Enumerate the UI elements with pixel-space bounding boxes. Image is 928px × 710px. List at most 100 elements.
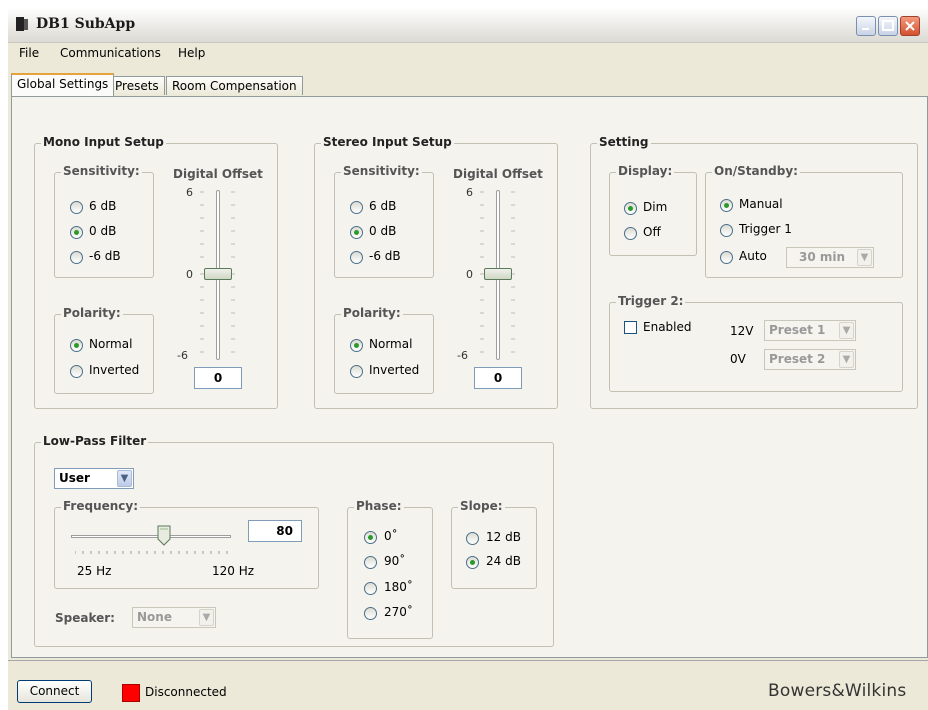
mono-sensitivity-group: Sensitivity: 6 dB 0 dB -6 dB (54, 164, 154, 278)
app-window: DB1 SubApp File Communications Help Glob… (8, 8, 928, 710)
frequency-value-field[interactable]: 80 (248, 520, 302, 542)
phase-180-radio[interactable] (364, 582, 377, 595)
stereo-sens-0db-radio[interactable] (350, 226, 363, 239)
display-off-label: Off (643, 225, 661, 239)
menu-bar: File Communications Help (8, 43, 928, 65)
standby-trigger1-radio[interactable] (720, 224, 733, 237)
stereo-offset-value-field[interactable]: 0 (474, 367, 522, 389)
mono-sens-6db-radio[interactable] (70, 201, 83, 214)
mono-offset-tick-mid: 0 (186, 268, 193, 281)
phase-180-label: 180˚ (384, 580, 413, 594)
mono-polarity-normal-label: Normal (89, 337, 133, 351)
v0-preset-select[interactable]: Preset 2 ▼ (764, 349, 856, 370)
stereo-sens-neg6db-radio[interactable] (350, 251, 363, 264)
maximize-icon (882, 20, 894, 31)
stereo-input-group: Stereo Input Setup Sensitivity: 6 dB 0 d… (314, 135, 558, 409)
trigger2-enabled-label: Enabled (643, 320, 692, 334)
mono-offset-value-field[interactable]: 0 (194, 367, 242, 389)
v12-preset-value: Preset 1 (769, 323, 826, 337)
mono-offset-slider-thumb[interactable] (204, 268, 232, 280)
phase-270-radio[interactable] (364, 607, 377, 620)
mono-sens-neg6db-label: -6 dB (89, 249, 121, 263)
chevron-down-icon: ▼ (117, 470, 132, 487)
speaker-value: None (137, 610, 172, 624)
menu-file[interactable]: File (19, 46, 39, 60)
trigger2-enabled-checkbox[interactable] (624, 321, 637, 334)
lpf-mode-value: User (59, 471, 90, 485)
chevron-down-icon: ▼ (839, 351, 854, 368)
mono-sens-0db-radio[interactable] (70, 226, 83, 239)
standby-manual-radio[interactable] (720, 199, 733, 212)
frequency-tick-marks (75, 551, 228, 554)
close-button[interactable] (900, 16, 920, 36)
mono-input-title: Mono Input Setup (41, 135, 166, 149)
menu-help[interactable]: Help (178, 46, 205, 60)
mono-sens-6db-label: 6 dB (89, 199, 117, 213)
connect-button[interactable]: Connect (17, 680, 92, 703)
display-dim-radio[interactable] (624, 202, 637, 215)
mono-digital-offset-label: Digital Offset (173, 167, 263, 181)
auto-time-select[interactable]: 30 min ▼ (786, 247, 874, 268)
frequency-slider-thumb[interactable] (157, 525, 171, 547)
maximize-button[interactable] (878, 16, 898, 36)
phase-90-radio[interactable] (364, 556, 377, 569)
lpf-mode-select[interactable]: User ▼ (54, 468, 134, 489)
v12-preset-select[interactable]: Preset 1 ▼ (764, 320, 856, 341)
connection-status-text: Disconnected (145, 685, 227, 699)
display-label: Display: (616, 164, 675, 178)
standby-manual-label: Manual (739, 197, 783, 211)
stereo-offset-slider-thumb[interactable] (484, 268, 512, 280)
display-group: Display: Dim Off (609, 164, 697, 256)
frequency-group: Frequency: 25 Hz 120 Hz 80 (54, 499, 319, 589)
setting-group: Setting Display: Dim Off On/Standby: Man… (590, 135, 918, 409)
display-off-radio[interactable] (624, 227, 637, 240)
phase-label: Phase: (354, 499, 404, 513)
slope-label: Slope: (458, 499, 505, 513)
speaker-label: Speaker: (55, 611, 115, 625)
chevron-down-icon: ▼ (857, 249, 872, 266)
tab-global-settings[interactable]: Global Settings (11, 73, 115, 96)
frequency-min-label: 25 Hz (77, 564, 112, 578)
auto-time-value: 30 min (799, 250, 846, 264)
title-bar[interactable]: DB1 SubApp (8, 8, 928, 43)
mono-offset-tick-top: 6 (186, 186, 193, 199)
standby-trigger1-label: Trigger 1 (739, 222, 792, 236)
stereo-input-title: Stereo Input Setup (321, 135, 454, 149)
stereo-sens-6db-radio[interactable] (350, 201, 363, 214)
connection-status-indicator (122, 684, 140, 702)
standby-auto-radio[interactable] (720, 251, 733, 264)
slope-24db-radio[interactable] (466, 556, 479, 569)
frequency-slider-track[interactable] (71, 535, 231, 538)
phase-0-label: 0˚ (384, 529, 398, 543)
mono-polarity-normal-radio[interactable] (70, 339, 83, 352)
lpf-title: Low-Pass Filter (41, 434, 149, 448)
minimize-icon (862, 28, 869, 30)
mono-offset-tick-bottom: -6 (177, 349, 188, 362)
slope-12db-radio[interactable] (466, 532, 479, 545)
mono-polarity-inverted-radio[interactable] (70, 365, 83, 378)
speaker-app-icon (16, 17, 28, 31)
stereo-sens-0db-label: 0 dB (369, 224, 397, 238)
stereo-sens-6db-label: 6 dB (369, 199, 397, 213)
v0-preset-value: Preset 2 (769, 352, 826, 366)
menu-communications[interactable]: Communications (60, 46, 161, 60)
minimize-button[interactable] (856, 16, 876, 36)
setting-title: Setting (597, 135, 651, 149)
phase-270-label: 270˚ (384, 605, 413, 619)
tab-room-compensation[interactable]: Room Compensation (166, 76, 303, 95)
mono-sens-neg6db-radio[interactable] (70, 251, 83, 264)
stereo-polarity-inverted-label: Inverted (369, 363, 420, 377)
phase-0-radio[interactable] (364, 531, 377, 544)
frequency-max-label: 120 Hz (212, 564, 255, 578)
mono-sensitivity-label: Sensitivity: (61, 164, 142, 178)
speaker-select[interactable]: None ▼ (132, 607, 216, 628)
tab-presets[interactable]: Presets (109, 76, 165, 95)
standby-label: On/Standby: (712, 164, 800, 178)
chevron-down-icon: ▼ (199, 609, 214, 626)
v0-label: 0V (730, 352, 746, 366)
slope-24db-label: 24 dB (486, 554, 521, 568)
mono-polarity-group: Polarity: Normal Inverted (54, 306, 154, 394)
stereo-polarity-inverted-radio[interactable] (350, 365, 363, 378)
stereo-polarity-group: Polarity: Normal Inverted (334, 306, 434, 394)
stereo-polarity-normal-radio[interactable] (350, 339, 363, 352)
